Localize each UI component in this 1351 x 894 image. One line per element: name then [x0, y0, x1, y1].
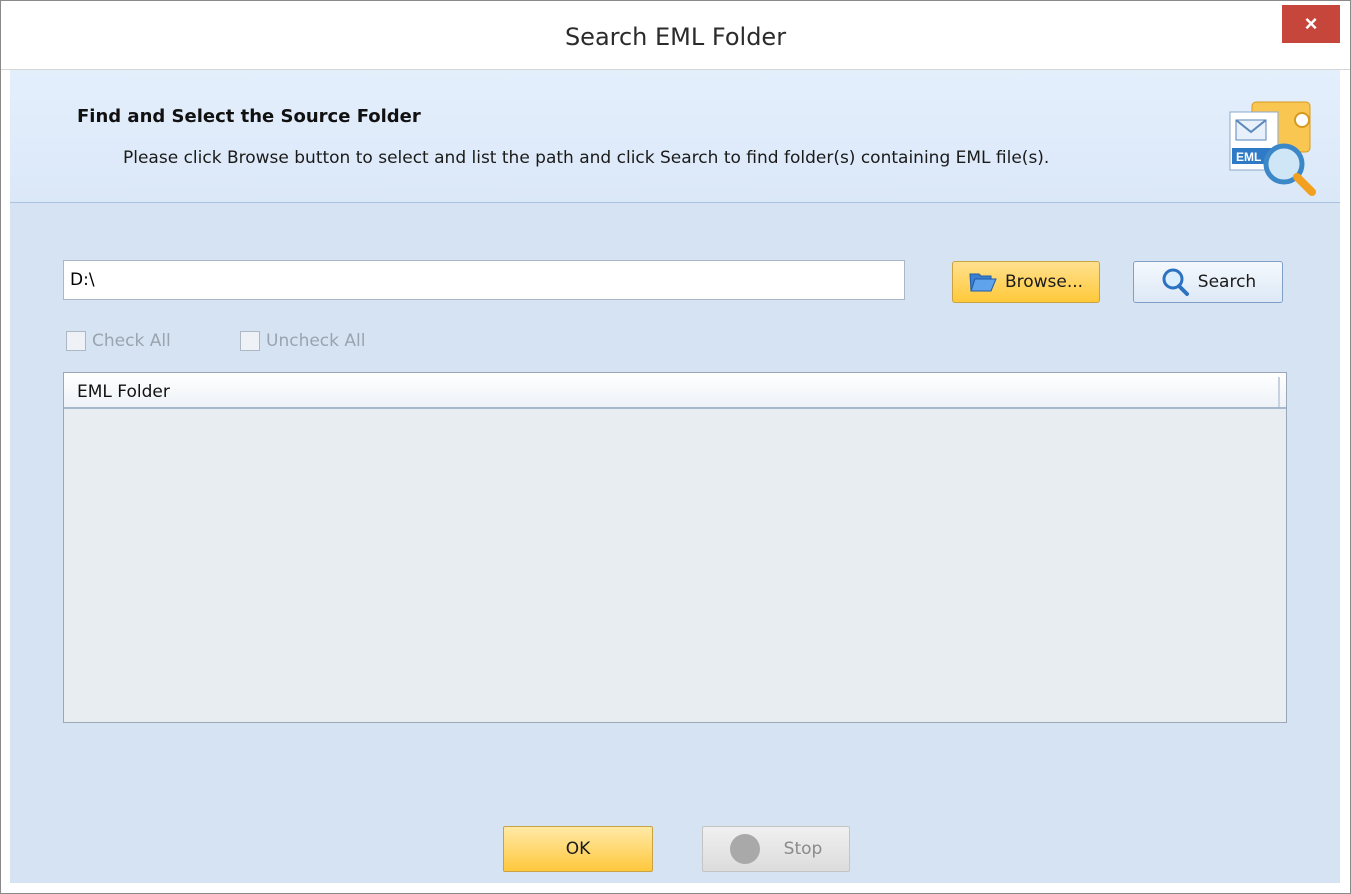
stop-label: Stop: [783, 839, 823, 859]
search-eml-folder-dialog: Search EML Folder × Find and Select the …: [0, 0, 1351, 894]
search-label: Search: [1197, 272, 1257, 292]
eml-folder-list[interactable]: EML Folder: [63, 372, 1287, 723]
uncheck-all-checkbox[interactable]: Uncheck All: [240, 327, 365, 355]
stop-button[interactable]: Stop: [702, 826, 850, 872]
uncheck-all-label: Uncheck All: [266, 331, 366, 351]
check-all-label: Check All: [92, 331, 171, 351]
dialog-body: D:\ Browse... Search Check All Uncheck A…: [10, 203, 1340, 883]
checkbox-box: [66, 331, 86, 351]
window-title: Search EML Folder: [564, 23, 787, 51]
folder-open-icon: [969, 273, 997, 292]
checkbox-box: [240, 331, 260, 351]
header-subtitle: Please click Browse button to select and…: [123, 148, 1050, 168]
column-header-label: EML Folder: [77, 382, 170, 402]
magnifier-icon: [1162, 268, 1189, 296]
ok-label: OK: [565, 839, 591, 859]
browse-label: Browse...: [1004, 272, 1084, 292]
column-header-eml-folder[interactable]: EML Folder: [64, 373, 1286, 409]
column-separator[interactable]: [1278, 377, 1280, 407]
search-button[interactable]: Search: [1133, 261, 1283, 303]
svg-text:EML: EML: [1236, 150, 1261, 164]
close-icon: ×: [1304, 11, 1318, 36]
stop-icon: [729, 834, 760, 864]
check-all-checkbox[interactable]: Check All: [66, 327, 171, 355]
browse-button[interactable]: Browse...: [952, 261, 1100, 303]
header-title: Find and Select the Source Folder: [77, 106, 421, 127]
ok-button[interactable]: OK: [503, 826, 653, 872]
eml-search-icon: EML: [1229, 101, 1316, 196]
close-button[interactable]: ×: [1282, 5, 1340, 43]
header-panel: Find and Select the Source Folder Please…: [10, 70, 1340, 203]
path-input[interactable]: D:\: [63, 260, 905, 300]
title-bar: Search EML Folder ×: [1, 1, 1350, 70]
